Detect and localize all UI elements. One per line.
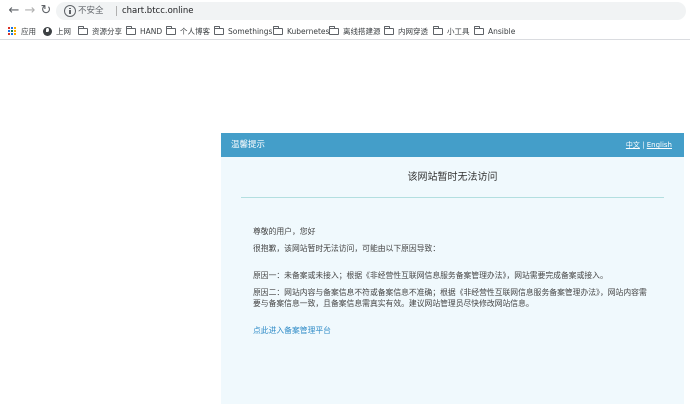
- filing-portal-link[interactable]: 点此进入备案管理平台: [253, 325, 331, 336]
- bookmark-shangwang[interactable]: 上网: [43, 22, 71, 40]
- bookmark-somethings[interactable]: Somethings: [214, 22, 272, 40]
- notice-heading: 该网站暂时无法访问: [407, 172, 498, 183]
- folder-icon: [273, 25, 283, 35]
- bookmark-tools[interactable]: 小工具: [433, 22, 470, 40]
- address-separator: [116, 6, 117, 16]
- reason-one-text: 原因一：未备案或未接入；根据《非经营性互联网信息服务备案管理办法》，网站需要完成…: [253, 271, 608, 280]
- bookmark-label: 应用: [21, 26, 36, 36]
- divider: [241, 197, 664, 198]
- bookmark-blog[interactable]: 个人博客: [166, 22, 210, 40]
- security-label[interactable]: 不安全: [78, 4, 104, 18]
- bookmark-label: 内网穿透: [398, 26, 428, 36]
- bookmark-hand[interactable]: HAND: [126, 22, 162, 40]
- language-switch: 中文 | English: [626, 141, 672, 150]
- bookmark-ansible[interactable]: Ansible: [474, 22, 515, 40]
- url-text[interactable]: chart.btcc.online: [122, 4, 194, 18]
- reload-icon[interactable]: ↻: [38, 3, 54, 19]
- folder-icon: [384, 25, 394, 35]
- lang-zh-link[interactable]: 中文: [626, 141, 640, 149]
- bookmark-kubernetes[interactable]: Kubernetes: [273, 22, 329, 40]
- folder-icon: [126, 25, 136, 35]
- folder-icon: [329, 25, 339, 35]
- folder-icon: [78, 25, 88, 35]
- globe-icon: [43, 26, 52, 36]
- bookmark-label: Somethings: [228, 26, 273, 36]
- bookmark-label: Ansible: [488, 26, 516, 36]
- bookmark-apps[interactable]: 应用: [8, 22, 36, 40]
- notice-panel: 温馨提示 中文 | English 该网站暂时无法访问 尊敬的用户，您好 很抱歉…: [221, 133, 684, 404]
- browser-toolbar: ← → ↻ 不安全 chart.btcc.online: [0, 0, 690, 22]
- greeting-text: 尊敬的用户，您好: [253, 227, 316, 236]
- bookmark-offline[interactable]: 离线搭建源: [329, 22, 381, 40]
- bookmark-ziyuan[interactable]: 资源分享: [78, 22, 122, 40]
- forward-arrow-icon[interactable]: →: [22, 3, 38, 19]
- bookmark-label: Kubernetes: [287, 26, 330, 36]
- folder-icon: [166, 25, 176, 35]
- info-icon[interactable]: [64, 5, 76, 17]
- lang-separator: |: [642, 141, 645, 149]
- apps-icon: [8, 26, 17, 36]
- folder-icon: [433, 25, 443, 35]
- folder-icon: [474, 25, 484, 35]
- folder-icon: [214, 25, 224, 35]
- bookmark-tunnel[interactable]: 内网穿透: [384, 22, 428, 40]
- bookmark-label: 小工具: [447, 26, 470, 36]
- back-arrow-icon[interactable]: ←: [6, 3, 22, 19]
- bookmark-label: 上网: [56, 26, 71, 36]
- apology-text: 很抱歉，该网站暂时无法访问，可能由以下原因导致：: [253, 244, 441, 253]
- notice-title: 温馨提示: [231, 140, 266, 150]
- bookmark-label: HAND: [140, 26, 163, 36]
- bookmark-label: 资源分享: [92, 26, 122, 36]
- reason-two-text: 原因二：网站内容与备案信息不符或备案信息不准确；根据《非经营性互联网信息服务备案…: [253, 288, 647, 308]
- bookmark-label: 个人博客: [180, 26, 210, 36]
- address-bar[interactable]: 不安全 chart.btcc.online: [56, 2, 686, 20]
- lang-en-link[interactable]: English: [647, 141, 672, 149]
- bookmark-label: 离线搭建源: [343, 26, 381, 36]
- bookmarks-bar: 应用 上网 资源分享 HAND 个人博客 Somethings Kubernet…: [0, 22, 690, 40]
- notice-header: 温馨提示 中文 | English: [221, 133, 684, 157]
